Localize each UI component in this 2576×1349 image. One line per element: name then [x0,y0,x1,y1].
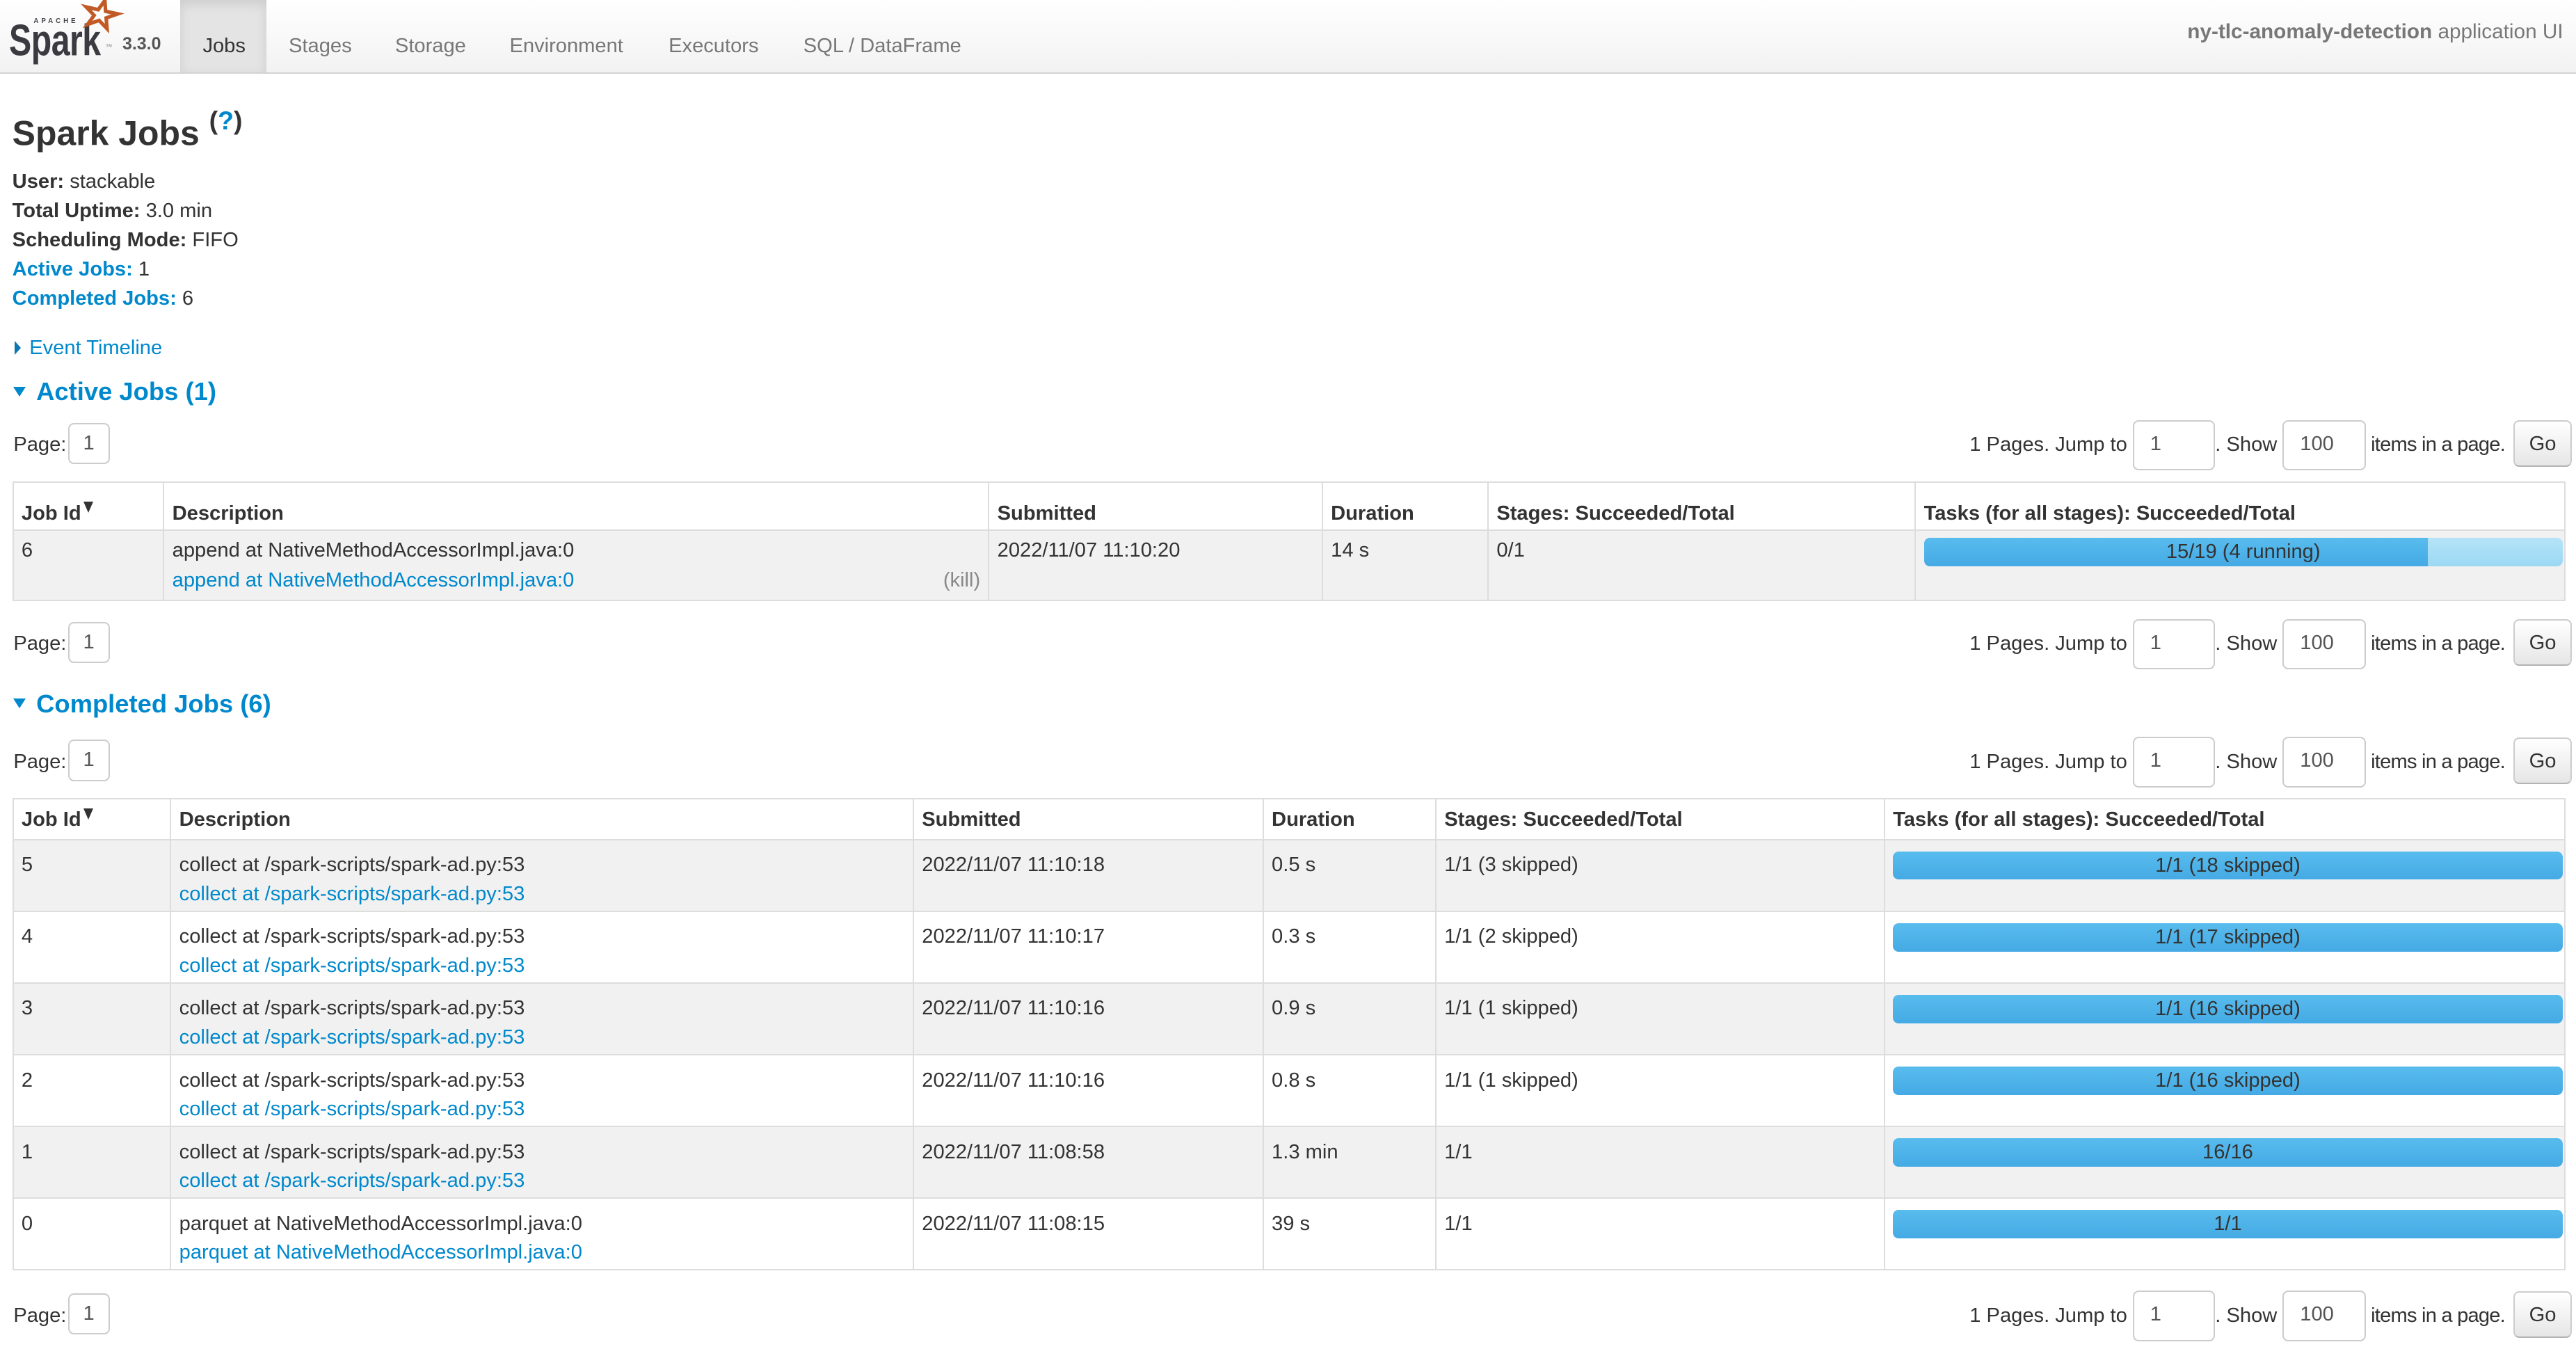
svg-text:TM: TM [106,45,113,49]
